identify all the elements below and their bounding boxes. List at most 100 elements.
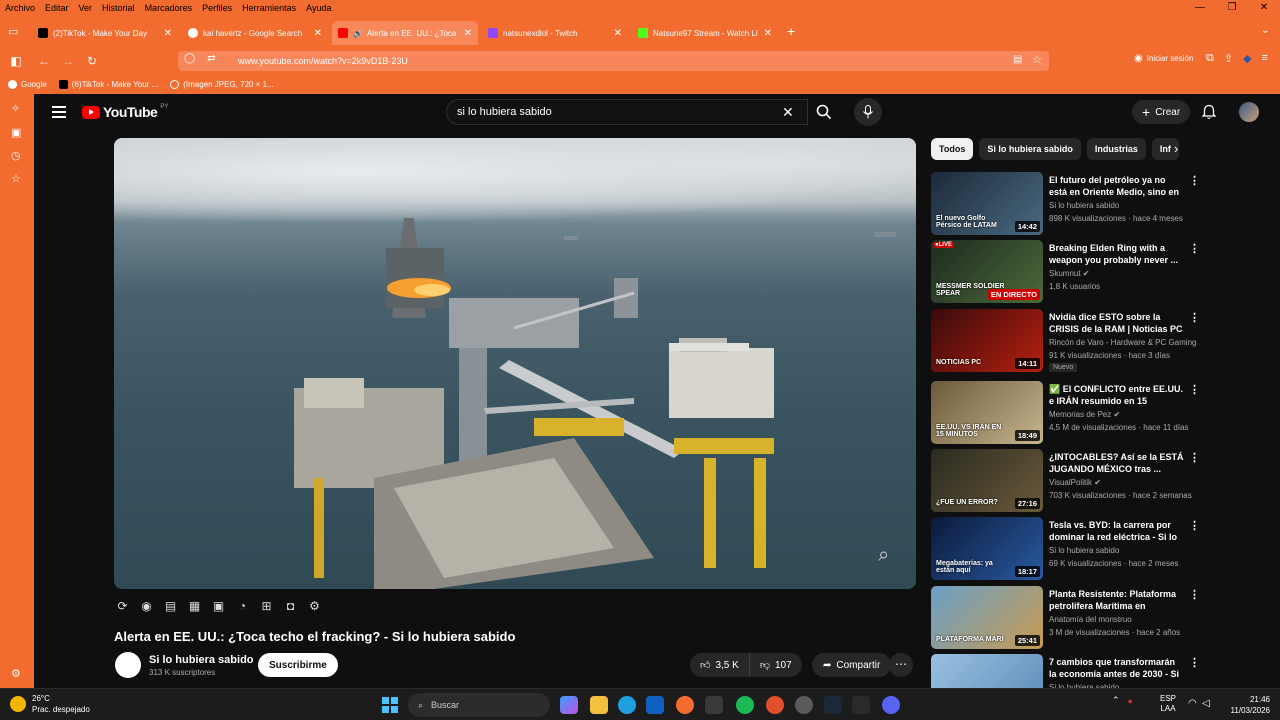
edge-icon[interactable] — [618, 696, 636, 714]
start-button[interactable] — [382, 697, 398, 713]
language-indicator[interactable]: ESP LAA — [1160, 694, 1176, 714]
dislike-button[interactable]: 👎︎ 107 — [750, 659, 802, 672]
minimize-icon[interactable]: — — [1184, 0, 1216, 16]
chip-industrias[interactable]: Industrias — [1086, 138, 1146, 160]
recommendation-title[interactable]: Tesla vs. BYD: la carrera por dominar la… — [1049, 519, 1185, 543]
notifications-bell-icon[interactable] — [1202, 104, 1216, 120]
new-tab-icon[interactable]: + — [787, 23, 795, 39]
tab-google[interactable]: kai havertz - Google Search ✕ — [182, 21, 328, 45]
sidebar-toggle-icon[interactable]: ◧ — [4, 54, 28, 68]
tab-close-icon[interactable]: ✕ — [164, 28, 172, 39]
recommendation-item[interactable]: El nuevo Golfo Pérsico de LATAM 14:42 El f… — [931, 172, 1201, 236]
recommendation-channel[interactable]: Si lo hubiera sabido — [1049, 201, 1199, 210]
menu-marcadores[interactable]: Marcadores — [140, 3, 198, 13]
bookmark-tiktok[interactable]: (6)TikTok - Make Your ... — [58, 79, 158, 89]
bookmark-image[interactable]: (Imagen JPEG, 720 × 1... — [170, 79, 274, 89]
menu-historial[interactable]: Historial — [97, 3, 140, 13]
recommendation-channel[interactable]: VisualPolitik ✔ — [1049, 478, 1199, 487]
clear-search-icon[interactable]: ✕ — [782, 104, 794, 121]
video-thumbnail[interactable]: El nuevo Golfo Pérsico de LATAM 14:42 — [931, 172, 1043, 235]
search-input[interactable] — [457, 106, 757, 118]
close-window-icon[interactable]: ✕ — [1248, 0, 1280, 16]
menu-herramientas[interactable]: Herramientas — [237, 3, 301, 13]
history-icon[interactable]: ◷ — [11, 149, 21, 162]
firefox-addon-icon[interactable]: ◆ — [1243, 52, 1251, 65]
forward-icon[interactable]: → — [56, 54, 80, 68]
recommendation-item[interactable]: MESSMER SOLDIER SPEAR ●LIVE EN DIRECTO Brea… — [931, 240, 1201, 304]
video-thumbnail[interactable]: EE.UU. VS IRÁN EN 15 MINUTOS 18:49 — [931, 381, 1043, 444]
video-thumbnail[interactable]: Megabaterías: ya están aquí 18:17 — [931, 517, 1043, 580]
speaker-icon[interactable]: 🔊 — [353, 29, 363, 38]
aspect-icon[interactable]: ⊞ — [258, 599, 275, 614]
chevron-right-icon[interactable]: › — [1174, 141, 1178, 156]
epic-games-icon[interactable] — [852, 696, 870, 714]
reader-mode-icon[interactable]: ▤ — [1013, 54, 1022, 65]
more-options-icon[interactable]: ⋮ — [1189, 174, 1200, 187]
firefox-icon[interactable] — [676, 696, 694, 714]
speed-icon[interactable]: ◔ — [234, 599, 251, 614]
recommendation-title[interactable]: Nvidia dice ESTO sobre la CRISIS de la R… — [1049, 311, 1185, 335]
brave-icon[interactable] — [766, 696, 784, 714]
menu-perfiles[interactable]: Perfiles — [197, 3, 237, 13]
chip-todos[interactable]: Todos — [931, 138, 974, 160]
video-thumbnail[interactable]: ¿FUE UN ERROR? 27:16 — [931, 449, 1043, 512]
recommendation-channel[interactable]: Skumnut ✔ — [1049, 269, 1199, 278]
search-box[interactable] — [446, 99, 808, 125]
cinema-icon[interactable]: ▦ — [186, 599, 203, 614]
recommendation-title[interactable]: Breaking Elden Ring with a weapon you pr… — [1049, 242, 1185, 266]
tab-tiktok[interactable]: (2)TikTok - Make Your Day ✕ — [32, 21, 178, 45]
search-button[interactable] — [808, 99, 840, 125]
tab-youtube[interactable]: 🔊 Alerta en EE. UU.: ¿Toca tec ✕ — [332, 21, 478, 45]
voice-search-button[interactable] — [854, 98, 882, 126]
restore-icon[interactable]: ❐ — [1216, 0, 1248, 16]
site-settings-icon[interactable]: ⇄ — [207, 53, 215, 64]
tab-list-icon[interactable]: ⌄ — [1261, 25, 1269, 36]
taskbar-search[interactable]: ⌕ Buscar — [408, 693, 550, 717]
bookmark-star-icon[interactable]: ☆ — [1032, 53, 1042, 66]
recommendation-item[interactable]: 7 cambios que transformarán la economía … — [931, 654, 1201, 688]
more-options-icon[interactable]: ⋮ — [1189, 311, 1200, 324]
share-button[interactable]: ➦ Compartir — [812, 653, 892, 677]
settings-icon[interactable]: ⚙ — [11, 667, 21, 680]
zoom-icon[interactable]: ⌕ — [878, 544, 889, 567]
like-button[interactable]: 👍︎ 3,5 K — [690, 653, 750, 677]
recommendation-item[interactable]: EE.UU. VS IRÁN EN 15 MINUTOS 18:49 ✅ El CO… — [931, 381, 1201, 445]
youtube-logo[interactable]: YouTube PY — [82, 104, 168, 120]
discord-icon[interactable] — [882, 696, 900, 714]
menu-ayuda[interactable]: Ayuda — [301, 3, 336, 13]
bookmarks-icon[interactable]: ☆ — [11, 172, 21, 185]
channel-name[interactable]: Si lo hubiera sabido — [149, 654, 254, 666]
recommendation-title[interactable]: ¿INTOCABLES? Así se la ESTÁ JUGANDO MÉXI… — [1049, 451, 1185, 475]
signin-button[interactable]: ◉ Iniciar sesión — [1134, 53, 1193, 64]
tab-overview-icon[interactable]: ▭ — [8, 25, 18, 38]
volume-icon[interactable]: ◁ — [1202, 698, 1210, 709]
spotify-icon[interactable] — [736, 696, 754, 714]
recommendation-channel[interactable]: Rincón de Varo - Hardware & PC Gaming ✔ — [1049, 338, 1199, 347]
video-player[interactable]: ⌕ — [114, 138, 916, 589]
channel-avatar[interactable] — [115, 652, 141, 678]
tab-close-icon[interactable]: ✕ — [764, 28, 772, 39]
tab-close-icon[interactable]: ✕ — [614, 28, 622, 39]
extensions-icon[interactable]: ⧉ — [1206, 52, 1214, 65]
more-actions-button[interactable]: ⋯ — [889, 653, 913, 677]
hamburger-menu-icon[interactable] — [52, 106, 66, 118]
more-options-icon[interactable]: ⋮ — [1189, 242, 1200, 255]
ai-sparkle-icon[interactable]: ✧ — [11, 102, 20, 115]
pip-icon[interactable]: ▣ — [210, 599, 227, 614]
user-avatar[interactable] — [1239, 102, 1259, 122]
recommendation-title[interactable]: ✅ El CONFLICTO entre EE.UU. e IRÁN resum… — [1049, 383, 1185, 407]
outlook-icon[interactable] — [646, 696, 664, 714]
chevron-up-icon[interactable]: ⌃ — [1112, 695, 1120, 706]
video-thumbnail[interactable]: PLATAFORMA MARÍ 25:41 — [931, 586, 1043, 649]
more-options-icon[interactable]: ⋮ — [1189, 588, 1200, 601]
more-options-icon[interactable]: ⋮ — [1189, 451, 1200, 464]
more-options-icon[interactable]: ⋮ — [1189, 656, 1200, 669]
recommendation-channel[interactable]: Si lo hubiera sabido — [1049, 546, 1199, 555]
video-thumbnail[interactable] — [931, 654, 1043, 688]
reload-icon[interactable]: ↻ — [80, 54, 104, 68]
file-explorer-icon[interactable] — [590, 696, 608, 714]
menu-icon[interactable]: ≡ — [1262, 52, 1268, 65]
recommendation-item[interactable]: NOTICIAS PC 14:11 Nvidia dice ESTO sobre l… — [931, 309, 1201, 373]
chrome-icon[interactable] — [795, 696, 813, 714]
recommendation-title[interactable]: El futuro del petróleo ya no está en Ori… — [1049, 174, 1185, 198]
